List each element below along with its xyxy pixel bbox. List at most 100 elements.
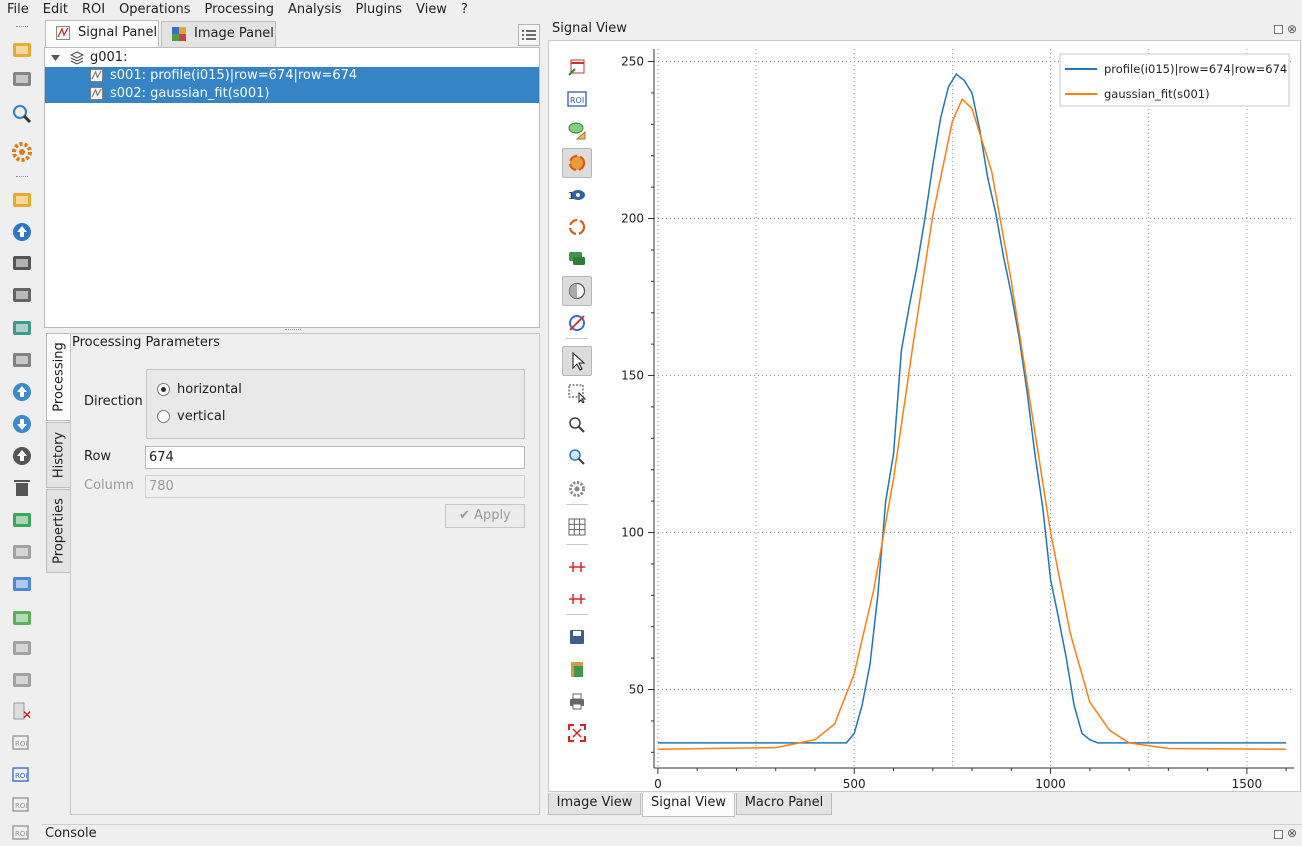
settings-icon[interactable] — [10, 140, 34, 164]
copy-icon[interactable] — [562, 654, 592, 684]
menu-edit[interactable]: Edit — [36, 0, 75, 20]
list-menu-icon — [522, 30, 536, 40]
target-icon[interactable] — [562, 308, 592, 338]
tree-item-s001[interactable]: s001: profile(i015)|row=674|row=674 — [45, 67, 539, 85]
upload-icon[interactable] — [10, 220, 34, 244]
delete-icon[interactable] — [10, 476, 34, 500]
svg-text:✕: ✕ — [22, 708, 32, 722]
apply-button-label: Apply — [474, 508, 511, 523]
x-cross-icon[interactable] — [562, 552, 592, 582]
x-tick-label: 0 — [654, 777, 662, 791]
refresh-icon[interactable] — [562, 212, 592, 242]
gear-icon[interactable] — [562, 474, 592, 504]
save-icon[interactable] — [562, 622, 592, 652]
close-icon[interactable]: ⊗ — [1287, 22, 1297, 36]
splitter-handle[interactable] — [285, 329, 301, 332]
menu-help[interactable]: ? — [454, 0, 475, 20]
paste-metadata-icon[interactable] — [10, 572, 34, 596]
svg-text:ROI: ROI — [570, 96, 584, 105]
tab-history[interactable]: History — [46, 422, 70, 488]
menu-bar: File Edit ROI Operations Processing Analysis P… — [0, 0, 1302, 20]
signal-chart[interactable]: 0 500 1000 1500 50 100 150 200 250 profile(i015)|… — [549, 41, 1302, 793]
contrast-icon[interactable] — [562, 276, 592, 306]
tab-signal-view[interactable]: Signal View — [642, 793, 735, 817]
column-input[interactable]: 780 — [145, 475, 525, 498]
x-tick-label: 1500 — [1232, 777, 1263, 791]
tab-image-view[interactable]: Image View — [548, 793, 641, 815]
tree-item-s002[interactable]: s002: gaussian_fit(s001) — [45, 85, 539, 103]
tab-properties[interactable]: Properties — [46, 489, 70, 573]
menu-analysis[interactable]: Analysis — [281, 0, 349, 20]
roi-delete-icon[interactable]: ROI — [10, 822, 34, 846]
radio-horizontal[interactable] — [157, 383, 170, 396]
svg-text:ROI: ROI — [15, 802, 27, 810]
y-tick-label: 50 — [629, 683, 644, 697]
save-all-icon[interactable] — [10, 283, 34, 307]
x-tick-label: 500 — [843, 777, 866, 791]
autoscale-icon[interactable] — [562, 148, 592, 178]
fullscreen-icon[interactable] — [562, 718, 592, 748]
float-icon[interactable] — [1274, 830, 1283, 839]
annotation-icon[interactable] — [562, 116, 592, 146]
grid-icon[interactable] — [562, 512, 592, 542]
layers-icon — [70, 51, 84, 65]
roi-copy-icon[interactable]: ROI — [10, 764, 34, 788]
import-metadata-icon[interactable] — [10, 636, 34, 660]
duplicate-icon[interactable] — [10, 444, 34, 468]
reverse-x-icon[interactable]: 1 — [562, 180, 592, 210]
import-icon[interactable] — [10, 348, 34, 372]
y-cross-icon[interactable] — [562, 584, 592, 614]
radio-horizontal-label: horizontal — [177, 382, 242, 397]
save-signal-icon[interactable] — [10, 251, 34, 275]
tab-processing[interactable]: Processing — [46, 333, 70, 421]
print-icon[interactable] — [562, 686, 592, 716]
menu-operations[interactable]: Operations — [112, 0, 197, 20]
add-metadata-icon[interactable] — [10, 606, 34, 630]
open-signal-icon[interactable] — [10, 188, 34, 212]
main-toolbar: ✕ ROI ROI ROI ROI — [0, 20, 42, 846]
radio-vertical-label: vertical — [177, 409, 226, 424]
toolbar-separator — [566, 338, 588, 339]
toolbar-grip — [16, 176, 28, 178]
menu-view[interactable]: View — [409, 0, 454, 20]
toolbar-grip — [16, 26, 28, 28]
menu-file[interactable]: File — [0, 0, 36, 20]
radio-vertical[interactable] — [157, 410, 170, 423]
select-pointer-icon[interactable] — [562, 346, 592, 376]
tab-image-panel[interactable]: Image Panel — [161, 21, 276, 47]
series-line-2 — [657, 97, 1287, 750]
tree-group-row[interactable]: g001: — [45, 49, 539, 67]
zoom-icon[interactable] — [562, 410, 592, 440]
tab-macro-panel[interactable]: Macro Panel — [736, 793, 832, 815]
delete-metadata-icon[interactable]: ✕ — [10, 700, 34, 724]
new-signal-icon[interactable] — [562, 52, 592, 82]
roi-icon[interactable]: ROI — [562, 84, 592, 114]
zoom-fit-icon[interactable] — [562, 442, 592, 472]
y-tick-label: 100 — [621, 526, 644, 540]
close-icon[interactable]: ⊗ — [1287, 826, 1297, 840]
list-menu-button[interactable] — [518, 24, 540, 46]
browse-h5-icon[interactable] — [10, 102, 34, 126]
rect-zoom-icon[interactable] — [562, 378, 592, 408]
comment-icon[interactable] — [562, 244, 592, 274]
move-up-icon[interactable] — [10, 380, 34, 404]
roi-edit-icon[interactable]: ROI — [10, 732, 34, 756]
chevron-down-icon[interactable] — [51, 55, 60, 61]
copy-metadata-icon[interactable] — [10, 540, 34, 564]
open-h5-icon[interactable] — [10, 38, 34, 62]
move-down-icon[interactable] — [10, 412, 34, 436]
signal-view-title: Signal View — [552, 21, 627, 36]
export-metadata-icon[interactable] — [10, 668, 34, 692]
row-input[interactable]: 674 — [145, 446, 525, 469]
tree-item-label: s002: gaussian_fit(s001) — [110, 86, 270, 101]
memory-icon[interactable] — [10, 316, 34, 340]
apply-button[interactable]: ✔ Apply — [445, 504, 525, 528]
menu-plugins[interactable]: Plugins — [349, 0, 410, 20]
roi-paste-icon[interactable]: ROI — [10, 794, 34, 818]
menu-roi[interactable]: ROI — [75, 0, 112, 20]
save-h5-icon[interactable] — [10, 67, 34, 91]
float-icon[interactable] — [1274, 25, 1283, 34]
tab-signal-panel[interactable]: Signal Panel — [45, 20, 159, 47]
truck-icon[interactable] — [10, 508, 34, 532]
menu-processing[interactable]: Processing — [198, 0, 281, 20]
